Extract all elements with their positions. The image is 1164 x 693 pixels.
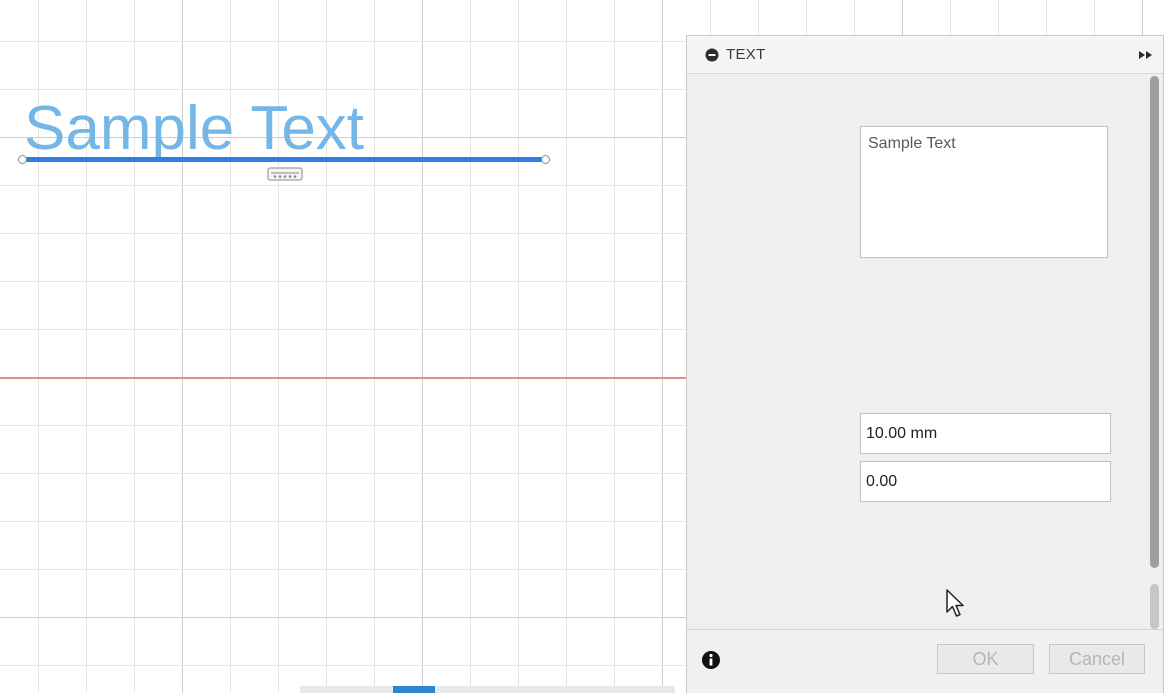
grid-line — [614, 0, 615, 693]
info-icon[interactable] — [701, 650, 721, 670]
dialog-scrollbar-thumb[interactable] — [1150, 76, 1159, 568]
text-height-input[interactable] — [860, 413, 1111, 454]
bottom-toolbar-strip — [300, 686, 675, 693]
dialog-footer: OK Cancel — [687, 629, 1163, 693]
text-baseline[interactable] — [22, 157, 548, 162]
sketch-text[interactable]: Sample Text — [24, 98, 364, 160]
grid-line — [518, 0, 519, 693]
dialog-header: TEXT — [687, 36, 1163, 74]
baseline-end-point[interactable] — [541, 155, 550, 164]
grid-line — [422, 0, 423, 693]
baseline-start-point[interactable] — [18, 155, 27, 164]
fast-forward-icon[interactable] — [1137, 48, 1155, 62]
grid-line — [470, 0, 471, 693]
grid-line — [662, 0, 663, 693]
mouse-pointer-icon — [946, 589, 964, 617]
text-angle-input[interactable] — [860, 461, 1111, 502]
dialog-title: TEXT — [726, 46, 766, 63]
text-content-input[interactable]: Sample Text — [860, 126, 1108, 258]
x-axis-line — [0, 377, 690, 379]
text-dialog: TEXT Sample Text OK Cancel — [686, 35, 1164, 693]
text-move-handle-icon[interactable] — [267, 166, 303, 182]
collapse-circle-icon[interactable] — [705, 48, 719, 62]
grid-line — [566, 0, 567, 693]
dialog-scrollbar-lower[interactable] — [1150, 584, 1159, 629]
cancel-button[interactable]: Cancel — [1049, 644, 1145, 674]
grid-line — [374, 0, 375, 693]
ok-button[interactable]: OK — [937, 644, 1034, 674]
bottom-toolbar-active-segment[interactable] — [393, 686, 435, 693]
